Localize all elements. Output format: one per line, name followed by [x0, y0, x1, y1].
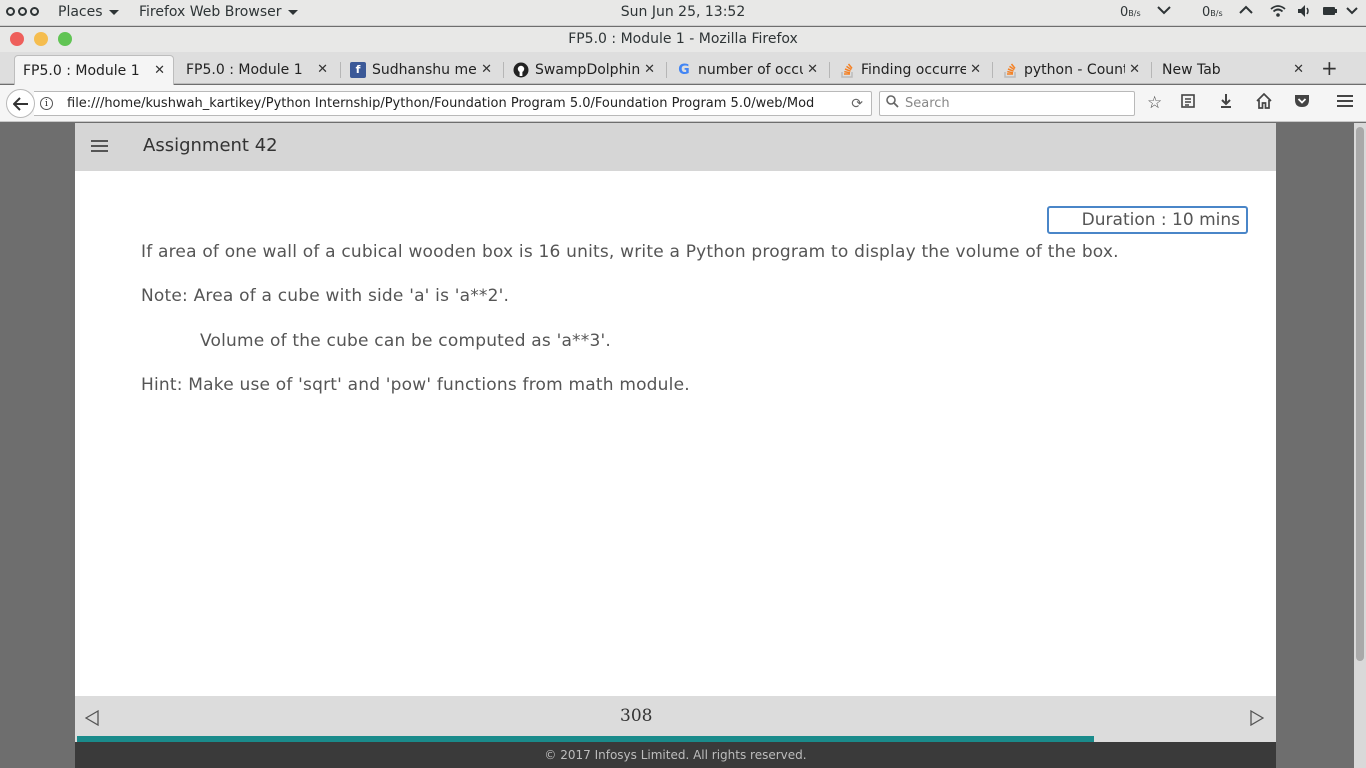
pocket-icon[interactable]	[1294, 93, 1310, 114]
hamburger-menu-icon[interactable]	[1336, 93, 1354, 114]
page-content: Assignment 42 Duration : 10 mins If area…	[75, 123, 1276, 768]
hint-text: Hint: Make use of 'sqrt' and 'pow' funct…	[141, 375, 690, 395]
tab-facebook[interactable]: f Sudhanshu mess ✕	[342, 55, 500, 84]
facebook-icon: f	[350, 61, 366, 78]
tab-stackoverflow-python[interactable]: python - Count o ✕	[994, 55, 1148, 84]
site-info-icon[interactable]: i	[40, 97, 53, 110]
github-icon	[513, 62, 529, 78]
tab-fp5-module1-active[interactable]: FP5.0 : Module 1 ✕	[14, 55, 174, 85]
url-bar[interactable]: i file:///home/kushwah_kartikey/Python I…	[34, 91, 872, 116]
close-tab-icon[interactable]: ✕	[644, 62, 655, 77]
chevron-up-icon[interactable]	[1239, 4, 1253, 19]
net-up-speed: 0B/s	[1202, 5, 1223, 20]
navigation-toolbar: i file:///home/kushwah_kartikey/Python I…	[0, 85, 1366, 122]
next-page-icon[interactable]	[1250, 709, 1265, 731]
window-title-bar: FP5.0 : Module 1 - Mozilla Firefox	[0, 27, 1366, 52]
close-tab-icon[interactable]: ✕	[1293, 62, 1304, 77]
reload-icon[interactable]: ⟳	[851, 96, 863, 112]
search-input[interactable]: Search	[879, 91, 1135, 116]
close-tab-icon[interactable]: ✕	[317, 62, 328, 77]
url-text[interactable]: file:///home/kushwah_kartikey/Python Int…	[67, 96, 827, 111]
chevron-down-icon[interactable]	[1157, 4, 1171, 19]
tab-bar: FP5.0 : Module 1 ✕ FP5.0 : Module 1 ✕ f …	[0, 52, 1366, 85]
reader-list-icon[interactable]	[1180, 93, 1196, 114]
page-number: 308	[620, 706, 653, 726]
tab-google[interactable]: G number of occur ✕	[668, 55, 826, 84]
duration-badge: Duration : 10 mins	[1047, 206, 1248, 234]
scrollbar-thumb[interactable]	[1356, 127, 1364, 661]
battery-icon[interactable]	[1322, 4, 1338, 22]
tab-fp5-module1[interactable]: FP5.0 : Module 1 ✕	[178, 55, 336, 84]
back-button[interactable]	[6, 89, 35, 118]
search-icon	[886, 95, 899, 112]
page-header: Assignment 42	[75, 123, 1276, 171]
tab-new-tab[interactable]: New Tab ✕	[1154, 55, 1312, 84]
tab-github[interactable]: SwampDolphin9 ✕	[505, 55, 663, 84]
google-icon: G	[678, 61, 690, 78]
close-tab-icon[interactable]: ✕	[1129, 62, 1140, 77]
net-down-speed: 0B/s	[1120, 5, 1141, 20]
stackoverflow-icon	[1002, 62, 1018, 78]
tab-stackoverflow-finding[interactable]: Finding occurren ✕	[831, 55, 989, 84]
close-tab-icon[interactable]: ✕	[807, 62, 818, 77]
window-title: FP5.0 : Module 1 - Mozilla Firefox	[568, 31, 798, 47]
menu-icon[interactable]	[91, 140, 108, 155]
question-text: If area of one wall of a cubical wooden …	[141, 242, 1119, 262]
system-menu-chevron-icon[interactable]	[1346, 4, 1358, 19]
vertical-scrollbar[interactable]	[1354, 123, 1366, 768]
volume-icon[interactable]	[1297, 4, 1311, 22]
system-top-bar: Places Firefox Web Browser Sun Jun 25, 1…	[0, 0, 1366, 26]
wifi-icon[interactable]	[1270, 4, 1286, 22]
note-line-1: Note: Area of a cube with side 'a' is 'a…	[141, 286, 510, 306]
stackoverflow-icon	[839, 62, 855, 78]
page-title: Assignment 42	[143, 135, 278, 156]
home-icon[interactable]	[1256, 92, 1272, 114]
download-icon[interactable]	[1218, 93, 1234, 114]
close-tab-icon[interactable]: ✕	[481, 62, 492, 77]
note-line-2: Volume of the cube can be computed as 'a…	[200, 331, 611, 351]
bookmark-star-icon[interactable]: ☆	[1147, 93, 1162, 113]
previous-page-icon[interactable]	[84, 709, 99, 731]
close-tab-icon[interactable]: ✕	[154, 63, 165, 78]
copyright-footer: © 2017 Infosys Limited. All rights reser…	[75, 742, 1276, 768]
close-tab-icon[interactable]: ✕	[970, 62, 981, 77]
new-tab-button[interactable]: +	[1321, 56, 1338, 80]
